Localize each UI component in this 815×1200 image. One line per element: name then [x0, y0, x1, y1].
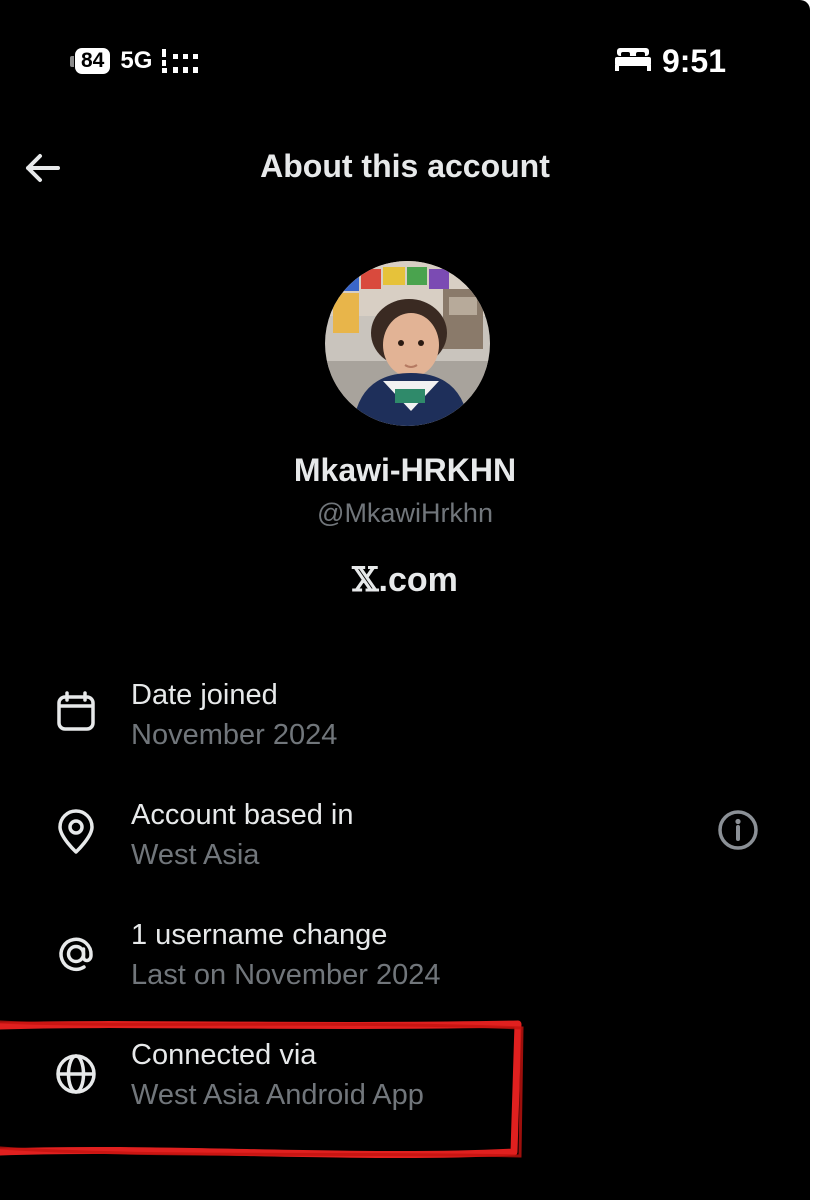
row-text: Account based in West Asia	[131, 796, 353, 876]
at-sign-icon	[52, 930, 100, 978]
username-handle: @MkawiHrkhn	[317, 498, 493, 528]
platform-domain: .com	[378, 561, 458, 599]
battery-icon: 84	[70, 48, 111, 74]
globe-icon	[52, 1050, 100, 1098]
info-row-connected-via: Connected via West Asia Android App	[0, 1036, 810, 1136]
sleep-mode-bed-icon	[614, 46, 652, 77]
row-text: 1 username change Last on November 2024	[131, 916, 441, 996]
info-button[interactable]	[716, 808, 760, 852]
signal-icon	[162, 47, 204, 75]
row-title: Connected via	[131, 1039, 317, 1071]
row-text: Connected via West Asia Android App	[131, 1036, 424, 1116]
status-bar-left: 84 5G	[70, 44, 204, 78]
calendar-icon	[52, 688, 100, 736]
page-title: About this account	[260, 148, 550, 184]
network-type: 5G	[120, 47, 153, 74]
row-title: 1 username change	[131, 919, 388, 951]
row-text: Date joined November 2024	[131, 676, 337, 756]
avatar	[325, 261, 490, 426]
row-subtitle: Last on November 2024	[131, 959, 441, 991]
info-icon	[718, 810, 758, 850]
clock: 9:51	[661, 42, 726, 79]
info-row-date-joined: Date joined November 2024	[0, 676, 810, 776]
location-pin-icon	[52, 808, 100, 856]
battery-level: 84	[75, 48, 111, 74]
platform-label: 𝕏.com	[0, 560, 810, 600]
row-title: Date joined	[131, 679, 278, 711]
phone-screen: 84 5G 9:51 About this account Mkawi-HRKH…	[0, 0, 810, 1200]
row-subtitle: November 2024	[131, 719, 338, 751]
row-subtitle: West Asia Android App	[131, 1079, 424, 1111]
row-title: Account based in	[131, 799, 354, 831]
x-logo: 𝕏	[352, 560, 379, 600]
info-row-account-based-in: Account based in West Asia	[0, 796, 810, 896]
status-bar-right: 9:51	[614, 42, 726, 79]
info-row-username-change: 1 username change Last on November 2024	[0, 916, 810, 1016]
row-subtitle: West Asia	[131, 839, 260, 871]
display-name: Mkawi-HRKHN	[293, 452, 517, 488]
